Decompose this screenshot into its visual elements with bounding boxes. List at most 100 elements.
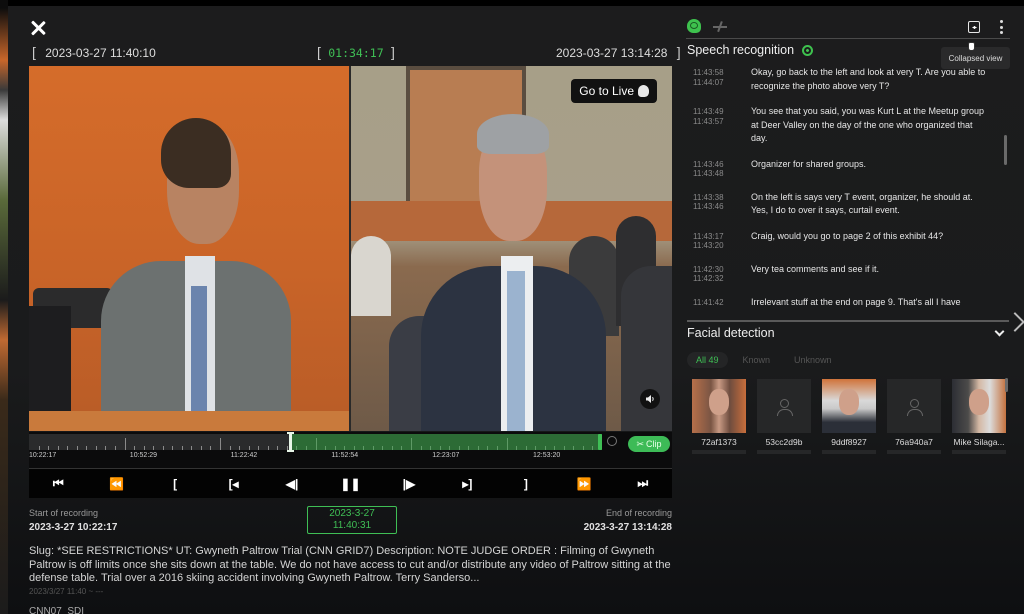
face-card[interactable]: 9ddf8927 (822, 379, 876, 454)
face-card[interactable]: 72af1373 (692, 379, 746, 454)
zoom-icon[interactable] (607, 436, 617, 446)
transcript-item[interactable]: 11:43:38 11:43:46 On the left is says very… (687, 191, 1007, 218)
timeline-tick (124, 438, 126, 450)
timeline-tick (105, 446, 107, 450)
transcript-times: 11:43:46 11:43:48 (687, 158, 751, 179)
fast-forward-button[interactable]: ⏩ (572, 472, 596, 496)
timeline-tick (315, 438, 317, 450)
timeline-tick (573, 446, 575, 450)
timeline-tick (248, 446, 250, 450)
playhead-handle[interactable] (286, 432, 294, 452)
transcript-times: 11:43:38 11:43:46 (687, 191, 751, 218)
current-time: 11:40:31 (332, 520, 372, 531)
skip-to-start-button[interactable]: ⏮ (46, 472, 70, 496)
brain-icon[interactable] (687, 19, 701, 33)
transcript-times: 11:43:17 11:43:20 (687, 230, 751, 251)
transcript-item[interactable]: 11:42:30 11:42:32 Very tea comments and se… (687, 263, 1007, 284)
step-back-button[interactable]: ◀| (280, 472, 304, 496)
go-to-mark-out-button[interactable]: ▸] (455, 472, 479, 496)
transcript-item[interactable]: 11:43:17 11:43:20 Craig, would you go to p… (687, 230, 1007, 251)
timeline-tick (506, 438, 508, 450)
timeline-tick (48, 446, 50, 450)
volume-icon[interactable] (640, 389, 660, 409)
timeline-tick (353, 446, 355, 450)
timeline-track[interactable] (29, 432, 602, 452)
face-bar (822, 450, 876, 454)
timeline-tick (114, 446, 116, 450)
timeline-tick (525, 446, 527, 450)
split-icon[interactable] (713, 21, 727, 31)
timeline[interactable]: 10:22:17 10:52:29 11:22:42 11:52:54 12:23:07… (29, 432, 672, 468)
face-card[interactable]: 76a940a7 (887, 379, 941, 454)
collapse-view-icon[interactable]: ◂▸ (968, 21, 980, 33)
go-mark-in-icon: [◂ (228, 476, 239, 491)
gallery-person (351, 236, 391, 316)
end-value: 2023-3-27 13:14:28 (583, 522, 672, 533)
close-icon[interactable] (28, 18, 48, 38)
current-timestamp: 2023-3-27 11:40:31 (307, 506, 397, 534)
timeline-tick (516, 446, 518, 450)
clip-label: Clip (646, 439, 662, 449)
person-left-hair (161, 118, 231, 188)
transcript-item[interactable]: 11:41:42 Irrelevant stuff at the end on p… (687, 296, 1007, 310)
rewind-button[interactable]: ⏪ (105, 472, 129, 496)
timeline-label: 12:23:07 (432, 452, 460, 459)
timeline-tick (420, 446, 422, 450)
timeline-tick (181, 446, 183, 450)
transcript-start-time: 11:43:58 (693, 68, 724, 77)
face-tab[interactable]: Known (734, 352, 780, 368)
go-to-live-button[interactable]: Go to Live (571, 79, 657, 103)
transcript-text: Irrelevant stuff at the end on page 9. T… (751, 296, 961, 307)
face-tab[interactable]: Unknown (785, 352, 841, 368)
timeline-tick (267, 446, 269, 450)
clip-button[interactable]: ✂ Clip (628, 436, 670, 452)
transcript-item[interactable]: 11:43:58 11:44:07 Okay, go back to the lef… (687, 66, 1007, 93)
face-thumbnail (952, 379, 1006, 433)
target-icon[interactable] (799, 42, 816, 58)
face-thumbnail (757, 379, 811, 433)
timeline-tick (239, 446, 241, 450)
transcript-scrollbar[interactable] (1004, 135, 1007, 165)
mark-out-button[interactable]: ] (514, 472, 538, 496)
transcript-text: On the left is says very T event, organi… (751, 191, 973, 216)
timeline-tick (592, 446, 594, 450)
face-card[interactable]: Mike Silaga... (952, 379, 1006, 454)
video-pane-left (29, 66, 349, 431)
description-text: Slug: *SEE RESTRICTIONS* UT: Gwyneth Pal… (29, 545, 671, 584)
transcript-text: Okay, go back to the left and look at ve… (751, 67, 986, 91)
timeline-tick (86, 446, 88, 450)
pause-button[interactable]: ❚❚ (338, 472, 362, 496)
mark-in-button[interactable]: [ (163, 472, 187, 496)
pause-icon: ❚❚ (340, 476, 361, 491)
transcript-item[interactable]: 11:43:46 11:43:48 Organizer for shared gro… (687, 158, 1007, 179)
timeline-tick (277, 446, 279, 450)
timeline-tick (372, 446, 374, 450)
transcript-end-time: 11:42:32 (693, 274, 724, 283)
skip-to-end-button[interactable]: ⏭ (631, 472, 655, 496)
playback-controls: ⏮ ⏪ [ [◂ ◀| ❚❚ |▶ ▸]] ⏩ ⏭ (29, 468, 672, 498)
timeline-tick (143, 446, 145, 450)
timeline-label: 11:22:42 (230, 452, 258, 459)
timeline-tick (200, 446, 202, 450)
step-back-icon: ◀| (285, 476, 299, 491)
mouse-cursor (968, 42, 975, 51)
timeline-tick (153, 446, 155, 450)
kebab-menu-icon[interactable] (999, 20, 1003, 34)
go-to-mark-in-button[interactable]: [◂ (222, 472, 246, 496)
start-value: 2023-3-27 10:22:17 (29, 522, 118, 533)
step-forward-button[interactable]: |▶ (397, 472, 421, 496)
transcript-item[interactable]: 11:43:49 11:43:57 You see that you said, y… (687, 105, 1007, 146)
video-player[interactable]: Go to Live (29, 66, 672, 431)
brain-icon (638, 85, 649, 97)
timeline-tick (344, 446, 346, 450)
skip-start-icon: ⏮ (52, 476, 64, 490)
face-tab[interactable]: All 49 (687, 352, 728, 368)
selection-end-handle[interactable] (598, 434, 602, 450)
background-page-strip (0, 0, 8, 614)
face-photo (709, 389, 729, 415)
speech-transcript-list[interactable]: 11:43:58 11:44:07 Okay, go back to the lef… (687, 66, 1007, 315)
range-start-value: 2023-03-27 11:40:10 (45, 46, 156, 60)
face-card[interactable]: 53cc2d9b (757, 379, 811, 454)
faces-scrollbar[interactable] (1005, 378, 1008, 392)
face-photo (969, 389, 989, 415)
